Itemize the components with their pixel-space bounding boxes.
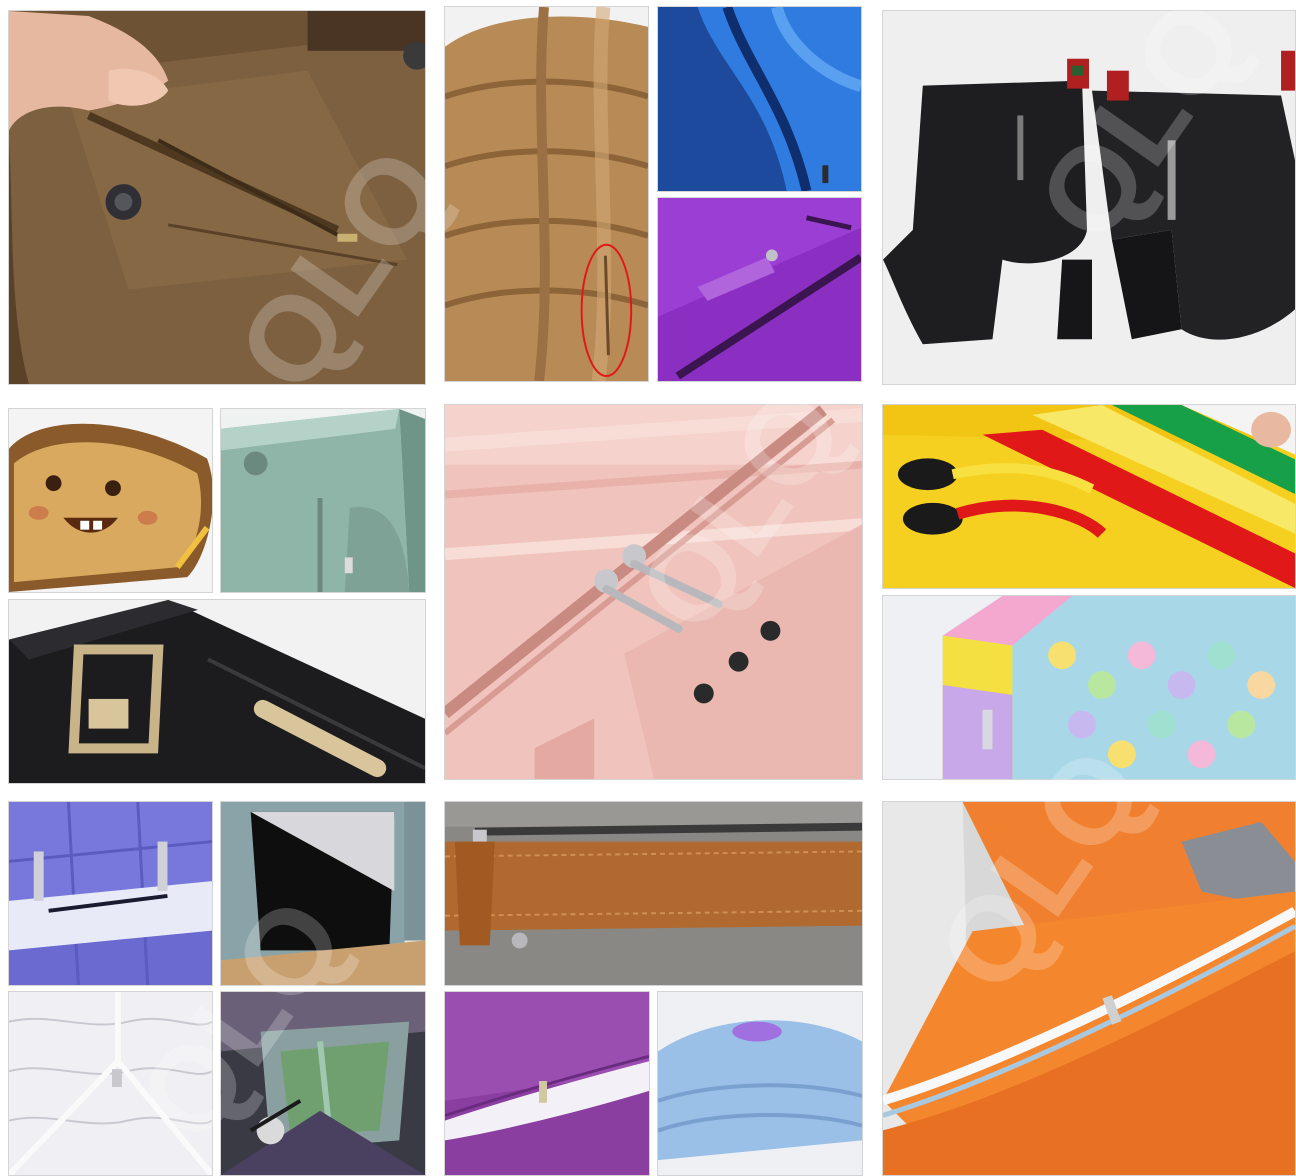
tile-puffer-jacket-zipper bbox=[444, 6, 649, 382]
tile-blue-fleece-zipper bbox=[657, 6, 862, 192]
tile-purple-bag-zipper bbox=[657, 197, 862, 382]
tile-orange-sofa-zipper bbox=[882, 801, 1296, 1176]
blue-bedding-photo bbox=[9, 802, 212, 985]
blue-cushion-photo bbox=[658, 992, 862, 1175]
black-briefcase-photo bbox=[9, 600, 425, 783]
popit-case-photo bbox=[883, 596, 1295, 779]
tile-colorful-pencil-case-zippers bbox=[882, 404, 1296, 589]
lace-curtain-photo bbox=[9, 992, 212, 1175]
purple-bag-photo bbox=[658, 198, 861, 381]
tile-popit-pencil-case bbox=[882, 595, 1296, 780]
coat-pocket-photo bbox=[9, 11, 425, 384]
leather-boots-photo bbox=[883, 11, 1295, 384]
puffer-jacket-photo bbox=[445, 7, 648, 381]
tile-tent-window-zipper bbox=[220, 991, 426, 1176]
colorful-zippers-photo bbox=[883, 405, 1295, 588]
purple-pillow-photo bbox=[445, 992, 649, 1175]
tile-storage-box-zipper bbox=[220, 801, 426, 986]
blue-fleece-photo bbox=[658, 7, 861, 191]
leather-pouch-photo bbox=[445, 802, 862, 985]
tile-lace-curtain-zipper bbox=[8, 991, 213, 1176]
tile-toast-plush-purse bbox=[8, 408, 213, 593]
tile-blue-bedding-zipper bbox=[8, 801, 213, 986]
pink-suitcase-photo bbox=[445, 405, 862, 779]
tile-blue-cushion-zipper bbox=[657, 991, 863, 1176]
tent-window-photo bbox=[221, 992, 425, 1175]
storage-box-photo bbox=[221, 802, 425, 985]
tile-purple-pillow-zipper bbox=[444, 991, 650, 1176]
tile-pink-suitcase-zipper bbox=[444, 404, 863, 780]
tile-coat-pocket-zipper bbox=[8, 10, 426, 385]
toast-plush-photo bbox=[9, 409, 212, 592]
tile-leather-boots-zipper bbox=[882, 10, 1296, 385]
green-backpack-photo bbox=[221, 409, 425, 592]
tile-green-backpack-zipper bbox=[220, 408, 426, 593]
tile-leather-pouch-zipper bbox=[444, 801, 863, 986]
tile-black-briefcase-zipper bbox=[8, 599, 426, 784]
orange-sofa-photo bbox=[883, 802, 1295, 1175]
